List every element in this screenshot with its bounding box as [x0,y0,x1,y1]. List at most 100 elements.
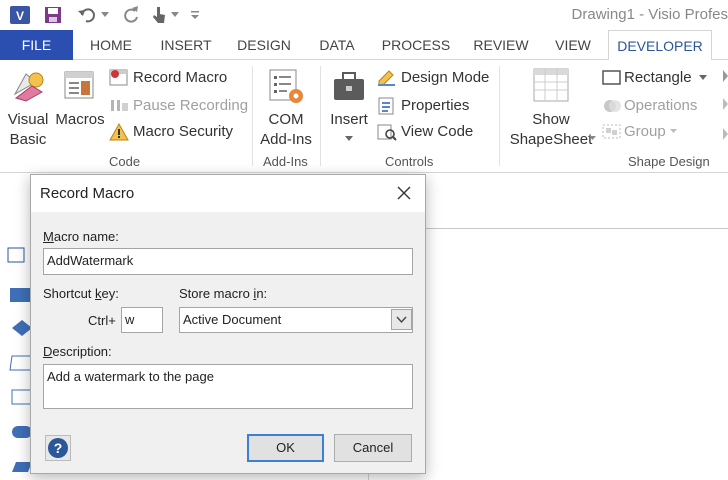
start-end-shape-icon [12,426,32,438]
design-mode-button[interactable]: Design Mode [377,68,497,88]
com-addins-label-2: Add-Ins [260,131,312,148]
store-macro-select[interactable]: Active Document [179,307,413,333]
operations-icon [604,100,621,112]
decision-shape-icon [12,320,32,336]
close-icon[interactable] [391,180,417,206]
svg-text:?: ? [54,440,63,456]
data-shape-icon [9,355,33,371]
tab-view[interactable]: VIEW [544,30,602,60]
insert-control-button[interactable]: Insert [324,66,374,148]
design-mode-label: Design Mode [401,69,490,86]
pause-recording-button: Pause Recording [109,96,249,116]
com-addins-label-1: COM [268,111,304,128]
document-shape-icon [12,462,32,472]
macros-button[interactable]: Macros [54,66,106,148]
visual-basic-label-1: Visual [7,111,49,128]
ribbon: Visual Basic Macros Record Macro Pause R… [0,60,728,173]
view-code-label: View Code [401,123,474,140]
tab-review[interactable]: REVIEW [466,30,536,60]
group-separator [252,66,253,166]
shapesheet-icon [533,68,569,102]
tab-insert[interactable]: INSERT [152,30,220,60]
properties-button[interactable]: Properties [377,96,497,116]
touch-dropdown-icon[interactable] [170,4,180,26]
macros-label: Macros [55,111,105,128]
undo-icon[interactable] [74,4,100,26]
properties-icon [378,97,394,115]
group-label: Group [624,123,666,140]
shortcut-key-label: Shortcut key: [43,286,119,301]
tab-design[interactable]: DESIGN [228,30,300,60]
rectangle-dropdown-icon [699,75,707,80]
operations-button: Operations [602,96,712,116]
macro-name-input[interactable]: AddWatermark [43,248,413,275]
macro-security-label: Macro Security [133,123,234,140]
cancel-button[interactable]: Cancel [334,434,412,462]
visual-basic-label-2: Basic [9,131,47,148]
ctrl-label: Ctrl+ [88,313,116,328]
redo-icon[interactable] [120,4,142,26]
dialog-title-bar: Record Macro [31,175,425,212]
shapesheet-dropdown-icon [589,136,596,140]
tab-file[interactable]: FILE [0,30,73,60]
view-code-icon [377,124,397,141]
operations-label: Operations [624,97,698,114]
addins-group-label: Add-Ins [263,154,308,169]
shapes-panel-icon [7,247,25,263]
visual-basic-icon [13,72,44,102]
rectangle-button[interactable]: Rectangle [602,68,712,88]
customize-qat-icon[interactable] [188,4,202,26]
window-title: Drawing1 - Visio Profes [571,6,728,23]
group-icon [602,124,621,139]
view-code-button[interactable]: View Code [377,122,497,142]
save-icon[interactable] [42,4,64,26]
insert-label: Insert [330,111,368,128]
tab-process[interactable]: PROCESS [374,30,458,60]
com-addins-icon [269,69,303,103]
touch-mode-icon[interactable] [148,4,170,26]
tab-home[interactable]: HOME [80,30,142,60]
group-separator [499,66,500,166]
store-macro-value: Active Document [183,312,282,327]
shortcut-key-input[interactable]: w [121,307,163,333]
properties-label: Properties [401,97,470,114]
pause-icon [111,100,128,111]
shape-design-group-label: Shape Design [628,154,710,169]
show-shapesheet-button[interactable]: Show ShapeSheet [503,66,596,148]
macro-security-button[interactable]: Macro Security [109,122,249,142]
svg-text:V: V [16,9,24,23]
record-macro-icon [109,69,128,86]
visio-app-icon[interactable]: V [8,4,32,26]
store-macro-label: Store macro in: [179,286,268,301]
subprocess-shape-icon [11,389,33,405]
truncated-ribbon-icons [723,70,728,140]
design-mode-icon [378,70,395,86]
title-bar: V Drawing1 - Visio Profes [0,0,728,30]
controls-group-label: Controls [385,154,434,169]
group-button: Group [602,122,712,142]
insert-dropdown-icon [345,136,353,141]
code-group-label: Code [109,154,141,169]
ribbon-tabs: FILE HOME INSERT DESIGN DATA PROCESS REV… [0,30,728,61]
rectangle-icon [602,70,621,85]
description-textarea[interactable]: Add a watermark to the page [43,364,413,409]
record-macro-label: Record Macro [133,69,228,86]
rectangle-label: Rectangle [624,69,692,86]
process-shape-icon [10,288,32,302]
group-dropdown-icon [670,129,677,133]
warning-icon [109,123,129,141]
tab-developer[interactable]: DEVELOPER [608,30,712,61]
com-addins-button[interactable]: COM Add-Ins [256,66,316,148]
visual-basic-button[interactable]: Visual Basic [4,66,52,148]
group-separator [320,66,321,166]
record-macro-button[interactable]: Record Macro [109,68,249,88]
pause-recording-label: Pause Recording [133,97,249,114]
show-shapesheet-label-1: Show [532,111,570,128]
toolbox-icon [334,72,364,100]
dialog-title: Record Macro [40,185,135,202]
tab-data[interactable]: DATA [308,30,366,60]
undo-dropdown-icon[interactable] [100,4,110,26]
store-macro-dropdown-button[interactable] [391,309,412,330]
ok-button[interactable]: OK [247,434,324,462]
help-icon[interactable]: ? [45,435,71,461]
